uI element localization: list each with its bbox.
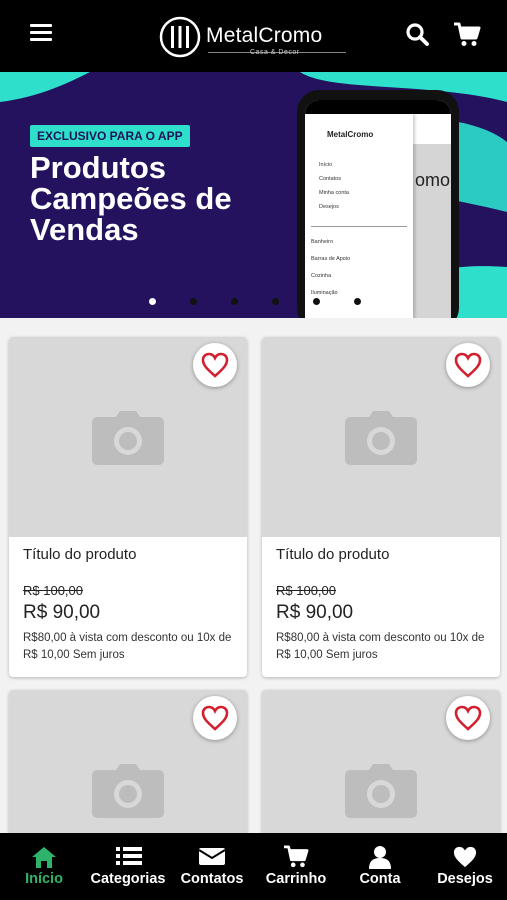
wishlist-heart-button[interactable]	[446, 343, 490, 387]
mockup-category: Banheiro	[311, 239, 334, 245]
nav-item-conta[interactable]: Conta	[350, 833, 410, 900]
nav-item-contatos[interactable]: Contatos	[176, 833, 248, 900]
heart-outline-icon	[201, 352, 229, 378]
mockup-category: Barras de Apoio	[311, 256, 351, 262]
envelope-icon	[198, 848, 226, 865]
bottom-navigation: Início Categorias Contatos Carrinho Cont…	[0, 833, 507, 900]
exclusive-badge: EXCLUSIVO PARA O APP	[30, 125, 190, 147]
carousel-dot[interactable]	[272, 298, 279, 305]
mockup-side-text: omo	[415, 170, 451, 190]
camera-placeholder-icon	[92, 764, 164, 818]
nav-item-carrinho[interactable]: Carrinho	[260, 833, 332, 900]
heart-outline-icon	[201, 705, 229, 731]
carousel-dot[interactable]	[231, 298, 238, 305]
mockup-menu-item: Minha conta	[319, 190, 349, 196]
mockup-menu-item: Desejos	[319, 204, 339, 210]
product-card[interactable]	[9, 690, 247, 850]
banner-title-line2: Campeões de	[30, 181, 232, 216]
phone-mockup-image: MetalCromo Início Contatos Minha conta D…	[297, 90, 459, 318]
nav-label: Conta	[359, 871, 401, 887]
product-info: Título do produto R$ 100,00 R$ 90,00 R$8…	[23, 546, 239, 664]
mockup-menu-item: Início	[319, 162, 333, 168]
logo-tagline: Casa & Decor	[250, 49, 300, 56]
product-card[interactable]: Título do produto R$ 100,00 R$ 90,00 R$8…	[262, 337, 500, 677]
nav-label: Contatos	[180, 871, 244, 887]
search-icon[interactable]	[405, 22, 429, 46]
heart-outline-icon	[454, 705, 482, 731]
wishlist-heart-button[interactable]	[193, 696, 237, 740]
mockup-category: Cozinha	[311, 273, 332, 279]
promo-banner[interactable]: EXCLUSIVO PARA O APP Produtos Campeões d…	[0, 72, 507, 318]
camera-placeholder-icon	[345, 411, 417, 465]
nav-label: Categorias	[90, 871, 166, 887]
brand-logo[interactable]: MetalCromo Casa & Decor	[158, 15, 348, 59]
carousel-dot[interactable]	[190, 298, 197, 305]
product-title: Título do produto	[23, 546, 137, 563]
carousel-dot[interactable]	[313, 298, 320, 305]
list-icon	[116, 847, 142, 865]
mockup-logo: MetalCromo	[327, 130, 374, 139]
shopping-cart-icon[interactable]	[453, 22, 481, 48]
product-image-placeholder[interactable]	[9, 337, 247, 537]
product-installment: R$80,00 à vista com desconto ou 10x de R…	[276, 632, 485, 661]
user-icon	[369, 846, 391, 869]
product-card[interactable]: Título do produto R$ 100,00 R$ 90,00 R$8…	[9, 337, 247, 677]
nav-label: Carrinho	[265, 871, 327, 887]
banner-title-line3: Vendas	[30, 212, 139, 247]
product-card[interactable]	[262, 690, 500, 850]
product-title: Título do produto	[276, 546, 390, 563]
mockup-menu-item: Contatos	[319, 176, 342, 182]
heart-outline-icon	[454, 352, 482, 378]
carousel-dot[interactable]	[149, 298, 156, 305]
home-icon	[32, 847, 56, 868]
nav-label: Desejos	[437, 871, 493, 887]
hamburger-menu-icon[interactable]	[30, 24, 52, 42]
app-header: MetalCromo Casa & Decor	[0, 0, 507, 72]
nav-item-inicio[interactable]: Início	[14, 833, 74, 900]
product-image-placeholder[interactable]	[9, 690, 247, 850]
shopping-cart-icon	[284, 845, 309, 868]
product-price: R$ 90,00	[23, 602, 101, 623]
product-installment: R$80,00 à vista com desconto ou 10x de R…	[23, 632, 232, 661]
banner-title-line1: Produtos	[30, 150, 167, 185]
camera-placeholder-icon	[92, 411, 164, 465]
product-price: R$ 90,00	[276, 602, 354, 623]
logo-name: MetalCromo	[206, 24, 323, 47]
banner-title: Produtos Campeões de Vendas	[30, 152, 280, 245]
nav-item-desejos[interactable]: Desejos	[430, 833, 500, 900]
product-image-placeholder[interactable]	[262, 690, 500, 850]
wishlist-heart-button[interactable]	[193, 343, 237, 387]
carousel-dot[interactable]	[354, 298, 361, 305]
product-info: Título do produto R$ 100,00 R$ 90,00 R$8…	[276, 546, 492, 664]
nav-label: Início	[25, 871, 63, 887]
heart-icon	[453, 846, 477, 868]
product-image-placeholder[interactable]	[262, 337, 500, 537]
nav-item-categorias[interactable]: Categorias	[84, 833, 172, 900]
logo-mark-icon	[159, 16, 201, 58]
wishlist-heart-button[interactable]	[446, 696, 490, 740]
product-old-price: R$ 100,00	[23, 583, 83, 598]
camera-placeholder-icon	[345, 764, 417, 818]
product-old-price: R$ 100,00	[276, 583, 336, 598]
